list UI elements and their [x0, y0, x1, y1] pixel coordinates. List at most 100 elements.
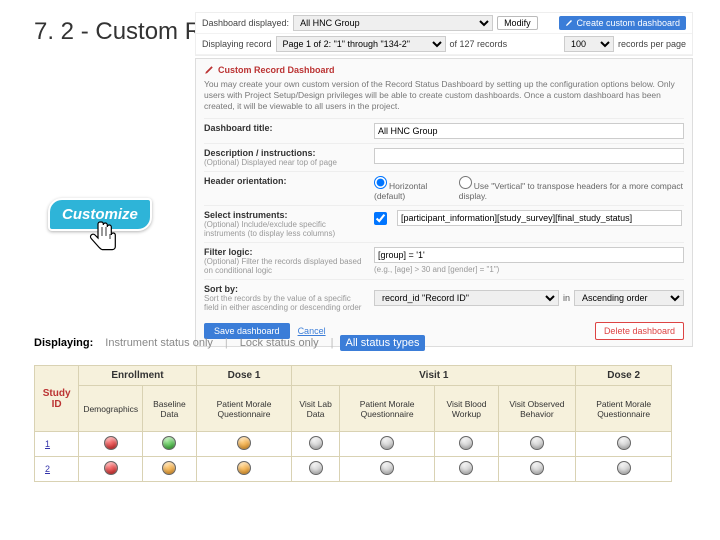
status-dot-gray — [459, 461, 473, 475]
col-pmq-visit1: Patient Morale Questionnaire — [339, 386, 435, 432]
radio-horizontal[interactable] — [374, 176, 387, 189]
filter-hint: (e.g., [age] > 30 and [gender] = "1") — [374, 265, 684, 274]
records-count: of 127 records — [450, 39, 508, 49]
status-dot-green — [162, 436, 176, 450]
dashboard-displayed-row: Dashboard displayed: All HNC Group Modif… — [196, 13, 692, 34]
record-id-link[interactable]: 2 — [35, 457, 79, 482]
status-cell[interactable] — [143, 457, 197, 482]
group-visit1: Visit 1 — [292, 366, 576, 386]
row-dashboard-title: Dashboard title: — [204, 118, 684, 143]
row-sort: Sort by: Sort the records by the value o… — [204, 279, 684, 316]
row-filter: Filter logic: (Optional) Filter the reco… — [204, 242, 684, 279]
page-select[interactable]: Page 1 of 2: "1" through "134-2" — [276, 36, 446, 52]
table-cols-row: Demographics Baseline Data Patient Moral… — [35, 386, 672, 432]
radio-vertical[interactable] — [459, 176, 472, 189]
radio-horizontal-label[interactable]: Horizontal (default) — [374, 176, 451, 201]
label-instruments: Select instruments: — [204, 210, 366, 220]
col-demographics: Demographics — [79, 386, 143, 432]
hand-cursor-icon — [82, 218, 124, 266]
status-dot-red — [104, 436, 118, 450]
pencil-icon — [204, 65, 214, 75]
input-filter[interactable] — [374, 247, 684, 263]
select-sort-dir[interactable]: Ascending order — [574, 290, 684, 306]
status-dot-gray — [459, 436, 473, 450]
config-description: You may create your own custom version o… — [204, 79, 684, 112]
status-cell[interactable] — [339, 457, 435, 482]
check-instruments[interactable] — [374, 212, 387, 225]
perpage-label: records per page — [618, 39, 686, 49]
record-id-link[interactable]: 1 — [35, 432, 79, 457]
input-description[interactable] — [374, 148, 684, 164]
displaying-record-row: Displaying record Page 1 of 2: "1" throu… — [196, 34, 692, 55]
input-instruments[interactable] — [397, 210, 682, 226]
label-sort: Sort by: — [204, 284, 366, 294]
row-orientation: Header orientation: Horizontal (default)… — [204, 171, 684, 205]
status-cell[interactable] — [79, 432, 143, 457]
displaying-tabs: Displaying: Instrument status only | Loc… — [34, 335, 425, 351]
create-dashboard-button[interactable]: Create custom dashboard — [559, 16, 686, 30]
status-dot-orange — [237, 436, 251, 450]
dashboard-select[interactable]: All HNC Group — [293, 15, 493, 31]
status-dot-gray — [309, 461, 323, 475]
status-cell[interactable] — [498, 432, 576, 457]
table-row: 2 — [35, 457, 672, 482]
status-cell[interactable] — [576, 457, 672, 482]
radio-vertical-label[interactable]: Use "Vertical" to transpose headers for … — [459, 176, 684, 201]
label-dashboard-title: Dashboard title: — [204, 123, 366, 133]
config-heading: Custom Record Dashboard — [204, 65, 684, 75]
status-cell[interactable] — [79, 457, 143, 482]
status-cell[interactable] — [498, 457, 576, 482]
group-dose2: Dose 2 — [576, 366, 672, 386]
table-body: 12 — [35, 432, 672, 482]
status-cell[interactable] — [435, 457, 498, 482]
tab-all-status[interactable]: All status types — [340, 335, 426, 351]
displaying-label: Displaying: — [34, 337, 93, 349]
select-sort-field[interactable]: record_id "Record ID" — [374, 290, 559, 306]
dashboard-displayed-label: Dashboard displayed: — [202, 18, 289, 28]
status-dot-gray — [530, 436, 544, 450]
col-study-id: Study ID — [35, 366, 79, 432]
displaying-record-label: Displaying record — [202, 39, 272, 49]
col-pmq-dose1: Patient Morale Questionnaire — [196, 386, 292, 432]
delete-dashboard-button[interactable]: Delete dashboard — [595, 322, 684, 340]
row-instruments: Select instruments: (Optional) Include/e… — [204, 205, 684, 242]
label-orientation: Header orientation: — [204, 176, 366, 186]
sublabel-sort: Sort the records by the value of a speci… — [204, 294, 366, 312]
label-description: Description / instructions: — [204, 148, 366, 158]
status-cell[interactable] — [339, 432, 435, 457]
label-filter: Filter logic: — [204, 247, 366, 257]
tab-lock-status[interactable]: Lock status only — [234, 335, 325, 351]
group-dose1: Dose 1 — [196, 366, 292, 386]
perpage-select[interactable]: 100 — [564, 36, 614, 52]
status-cell[interactable] — [292, 457, 339, 482]
status-cell[interactable] — [292, 432, 339, 457]
modify-button[interactable]: Modify — [497, 16, 538, 30]
status-dot-gray — [617, 461, 631, 475]
status-cell[interactable] — [196, 432, 292, 457]
status-dot-orange — [237, 461, 251, 475]
group-enrollment: Enrollment — [79, 366, 196, 386]
tab-instrument-status[interactable]: Instrument status only — [99, 335, 219, 351]
create-dashboard-label: Create custom dashboard — [576, 18, 680, 28]
sublabel-description: (Optional) Displayed near top of page — [204, 158, 366, 167]
radio-vertical-text: Use "Vertical" to transpose headers for … — [459, 181, 683, 201]
record-status-table: Study ID Enrollment Dose 1 Visit 1 Dose … — [34, 365, 672, 482]
status-cell[interactable] — [435, 432, 498, 457]
config-heading-text: Custom Record Dashboard — [218, 65, 335, 75]
status-dot-gray — [530, 461, 544, 475]
col-behavior: Visit Observed Behavior — [498, 386, 576, 432]
input-dashboard-title[interactable] — [374, 123, 684, 139]
status-dot-red — [104, 461, 118, 475]
status-cell[interactable] — [143, 432, 197, 457]
pencil-icon — [565, 19, 573, 27]
status-dot-gray — [617, 436, 631, 450]
status-cell[interactable] — [576, 432, 672, 457]
sort-in-text: in — [563, 293, 570, 303]
custom-dashboard-config: Custom Record Dashboard You may create y… — [195, 58, 693, 347]
divider: | — [331, 337, 334, 349]
sublabel-filter: (Optional) Filter the records displayed … — [204, 257, 366, 275]
status-cell[interactable] — [196, 457, 292, 482]
col-pmq-dose2: Patient Morale Questionnaire — [576, 386, 672, 432]
status-dot-gray — [380, 436, 394, 450]
sublabel-instruments: (Optional) Include/exclude specific inst… — [204, 220, 366, 238]
